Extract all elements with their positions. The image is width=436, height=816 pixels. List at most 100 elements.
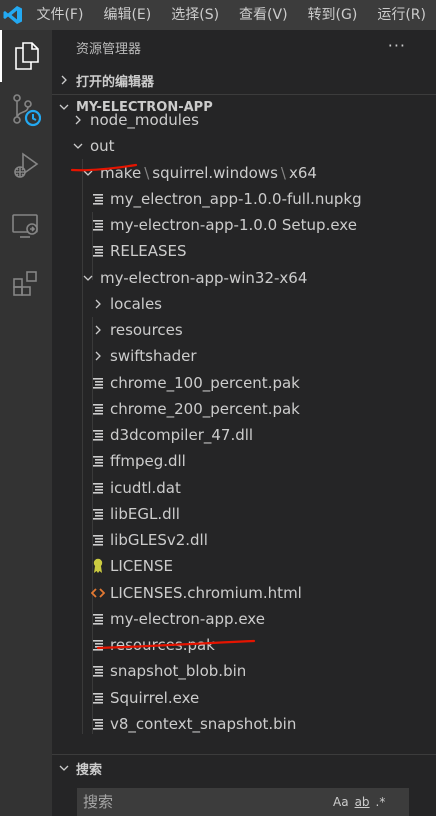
- match-case-toggle[interactable]: Aa: [333, 795, 349, 809]
- file-icon: [90, 243, 106, 259]
- use-regex-toggle[interactable]: .*: [376, 795, 386, 809]
- chevron-down-icon[interactable]: [80, 165, 96, 181]
- tree-item-label: libGLESv2.dll: [110, 531, 208, 549]
- tree-item-label: my_electron_app-1.0.0-full.nupkg: [110, 190, 362, 208]
- tree-item-label: chrome_200_percent.pak: [110, 400, 300, 418]
- tree-file[interactable]: libEGL.dll: [52, 501, 436, 527]
- remote-explorer-icon[interactable]: [0, 200, 52, 252]
- file-icon: [90, 506, 106, 522]
- tree-item-label: libEGL.dll: [110, 505, 180, 523]
- tree-folder[interactable]: resources: [52, 317, 436, 343]
- tree-file[interactable]: Squirrel.exe: [52, 685, 436, 711]
- file-icon: [90, 716, 106, 732]
- tree-path-segment: make: [100, 164, 142, 182]
- open-editors-label: 打开的编辑器: [76, 74, 155, 90]
- tree-item-label: my-electron-app.exe: [110, 610, 265, 628]
- tree-item-label: swiftshader: [110, 347, 197, 365]
- chevron-right-icon[interactable]: [90, 322, 106, 338]
- tree-item-label: chrome_100_percent.pak: [110, 374, 300, 392]
- chevron-down-icon: [52, 763, 76, 773]
- tree-item-label: v8_context_snapshot.bin: [110, 715, 297, 733]
- file-icon: [90, 663, 106, 679]
- chevron-right-icon: [52, 75, 76, 85]
- tree-file[interactable]: chrome_100_percent.pak: [52, 370, 436, 396]
- explorer-icon[interactable]: [0, 30, 52, 82]
- file-icon: [90, 427, 106, 443]
- license-file-icon: [90, 558, 106, 574]
- file-icon: [90, 217, 106, 233]
- match-whole-word-toggle[interactable]: ab: [355, 795, 370, 809]
- menubar: 文件(F) 编辑(E) 选择(S) 查看(V) 转到(G) 运行(R): [0, 0, 436, 30]
- file-icon: [90, 453, 106, 469]
- tree-folder[interactable]: my-electron-app-win32-x64: [52, 265, 436, 291]
- run-debug-icon[interactable]: [0, 140, 52, 192]
- tree-item-label: make \ squirrel.windows \ x64: [100, 164, 317, 182]
- activity-bar: [0, 30, 52, 816]
- tree-file[interactable]: my_electron_app-1.0.0-full.nupkg: [52, 186, 436, 212]
- tree-file[interactable]: RELEASES: [52, 238, 436, 264]
- tree-item-label: icudtl.dat: [110, 479, 181, 497]
- file-icon: [90, 532, 106, 548]
- tree-folder[interactable]: out: [52, 133, 436, 159]
- html-file-icon: [90, 585, 106, 601]
- tree-item-label: Squirrel.exe: [110, 689, 200, 707]
- file-icon: [90, 611, 106, 627]
- tree-item-label: d3dcompiler_47.dll: [110, 426, 254, 444]
- file-icon: [90, 690, 106, 706]
- tree-path-segment: x64: [288, 164, 317, 182]
- tree-file[interactable]: icudtl.dat: [52, 475, 436, 501]
- tree-file[interactable]: my-electron-app-1.0.0 Setup.exe: [52, 212, 436, 238]
- tree-item-label: RELEASES: [110, 242, 187, 260]
- file-icon: [90, 480, 106, 496]
- tree-item-label: my-electron-app-win32-x64: [100, 269, 308, 287]
- chevron-down-icon[interactable]: [70, 138, 86, 154]
- tree-file[interactable]: LICENSES.chromium.html: [52, 580, 436, 606]
- search-header[interactable]: 搜索: [52, 755, 436, 781]
- tree-item-label: LICENSES.chromium.html: [110, 584, 302, 602]
- menu-edit[interactable]: 编辑(E): [93, 0, 161, 30]
- tree-file[interactable]: chrome_200_percent.pak: [52, 396, 436, 422]
- source-control-icon[interactable]: [0, 84, 52, 136]
- path-separator: \: [144, 164, 150, 182]
- tree-item-label: LICENSE: [110, 557, 173, 575]
- search-input[interactable]: [77, 793, 327, 811]
- menu-go[interactable]: 转到(G): [298, 0, 368, 30]
- open-editors-header[interactable]: 打开的编辑器: [52, 67, 436, 93]
- vscode-logo-icon: [0, 0, 26, 30]
- extensions-icon[interactable]: [0, 258, 52, 310]
- search-box: Aa ab .*: [77, 788, 409, 816]
- path-separator: \: [280, 164, 286, 182]
- menu-view[interactable]: 查看(V): [229, 0, 298, 30]
- tree-file[interactable]: LICENSE: [52, 553, 436, 579]
- menu-run[interactable]: 运行(R): [367, 0, 436, 30]
- file-icon: [90, 375, 106, 391]
- menu-selection[interactable]: 选择(S): [161, 0, 229, 30]
- tree-file[interactable]: ffmpeg.dll: [52, 448, 436, 474]
- chevron-right-icon[interactable]: [90, 296, 106, 312]
- tree-item-label: snapshot_blob.bin: [110, 662, 247, 680]
- tree-file[interactable]: libGLESv2.dll: [52, 527, 436, 553]
- tree-item-label: resources: [110, 321, 183, 339]
- explorer-sidebar: 资源管理器 ··· 打开的编辑器 MY-ELECTRON-APP node_mo…: [52, 30, 436, 816]
- more-actions-icon[interactable]: ···: [388, 36, 406, 55]
- tree-file[interactable]: v8_context_snapshot.bin: [52, 711, 436, 737]
- chevron-right-icon[interactable]: [70, 112, 86, 128]
- tree-file[interactable]: snapshot_blob.bin: [52, 658, 436, 684]
- chevron-down-icon[interactable]: [80, 270, 96, 286]
- file-icon: [90, 191, 106, 207]
- file-icon: [90, 637, 106, 653]
- sidebar-title: 资源管理器: [76, 42, 142, 57]
- chevron-right-icon[interactable]: [90, 348, 106, 364]
- tree-file[interactable]: my-electron-app.exe: [52, 606, 436, 632]
- tree-file[interactable]: resources.pak: [52, 632, 436, 658]
- tree-folder[interactable]: locales: [52, 291, 436, 317]
- tree-folder[interactable]: make \ squirrel.windows \ x64: [52, 160, 436, 186]
- tree-item-label: my-electron-app-1.0.0 Setup.exe: [110, 216, 357, 234]
- tree-folder[interactable]: node_modules: [52, 107, 436, 133]
- tree-item-label: node_modules: [90, 111, 199, 129]
- tree-folder[interactable]: swiftshader: [52, 343, 436, 369]
- search-section-label: 搜索: [76, 762, 103, 778]
- tree-file[interactable]: d3dcompiler_47.dll: [52, 422, 436, 448]
- tree-item-label: locales: [110, 295, 162, 313]
- menu-file[interactable]: 文件(F): [26, 0, 93, 30]
